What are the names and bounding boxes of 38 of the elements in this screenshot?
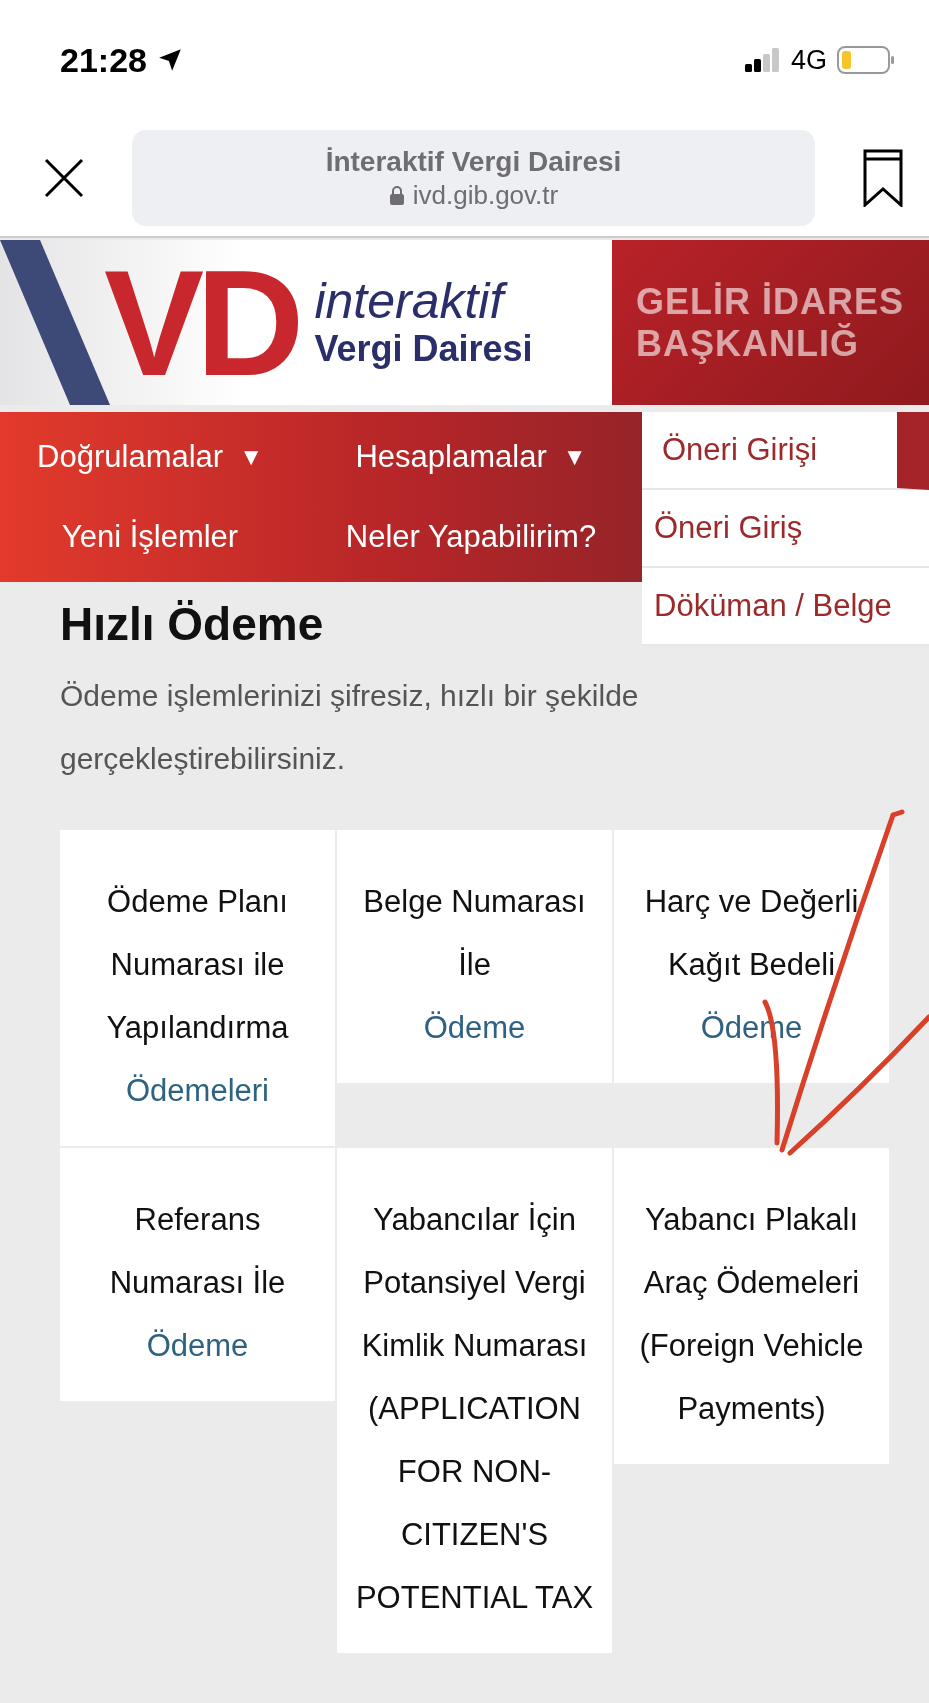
dropdown-item[interactable]: Öneri Girişi bbox=[642, 412, 929, 490]
logo-text: interaktif bbox=[314, 275, 533, 328]
card-title: Yabancı Plakalı Araç Ödemeleri (Foreign Vehicle Payments) bbox=[638, 1201, 865, 1429]
page-description: Ödeme işlemlerinizi şifresiz, hızlı bir şekilde gerçekleştirebilirsiniz. bbox=[60, 678, 640, 778]
payment-card[interactable]: Yabancılar İçin Potansiyel Vergi Kimlik Numarası (APPLICATION FOR NON-CITIZEN'S POTENTIAL TAX bbox=[337, 1148, 612, 1654]
lock-icon bbox=[388, 185, 405, 205]
card-link[interactable]: Ödemeleri bbox=[126, 1059, 269, 1123]
close-icon[interactable] bbox=[44, 158, 84, 198]
bookmark-icon[interactable] bbox=[863, 149, 903, 207]
nav-link[interactable]: Doğrulamalar ▼ bbox=[0, 417, 300, 497]
card-link[interactable]: Ödeme bbox=[423, 996, 526, 1060]
address-bar[interactable]: İnteraktif Vergi Dairesi ivd.gib.gov.tr bbox=[132, 130, 815, 226]
nav-link[interactable]: Yeni İşlemler bbox=[0, 497, 300, 577]
payment-card[interactable]: Yabancı Plakalı Araç Ödemeleri (Foreign Vehicle Payments) bbox=[614, 1148, 889, 1465]
card-title: Belge Numarası İle bbox=[362, 883, 587, 985]
banner-text: BAŞKANLIĞ bbox=[636, 322, 860, 365]
payment-card[interactable]: Referans Numarası İle Ödeme bbox=[60, 1148, 335, 1402]
signal-icon bbox=[744, 48, 781, 72]
card-title: Referans Numarası İle bbox=[108, 1201, 287, 1303]
page-heading: Hızlı Ödeme bbox=[60, 597, 324, 652]
banner-text: GELİR İDARES bbox=[636, 280, 906, 323]
network-type: 4G bbox=[790, 44, 827, 76]
logo-mark: VD bbox=[104, 247, 297, 398]
dropdown-item[interactable]: Öneri Giriş bbox=[642, 490, 929, 568]
payment-card[interactable]: Ödeme Planı Numarası ile Yapılandırma Ödemeleri bbox=[60, 830, 335, 1147]
logo-text: Vergi Dairesi bbox=[314, 327, 533, 370]
battery-icon bbox=[837, 46, 895, 74]
payment-card[interactable]: Belge Numarası İle Ödeme bbox=[337, 830, 612, 1084]
page-title: İnteraktif Vergi Dairesi bbox=[325, 145, 622, 178]
clock-time: 21:28 bbox=[60, 40, 147, 80]
card-title: Ödeme Planı Numarası ile Yapılandırma bbox=[105, 883, 290, 1048]
page-url: ivd.gib.gov.tr bbox=[412, 179, 559, 211]
nav-link[interactable]: Hesaplamalar ▼ bbox=[300, 417, 642, 497]
nav-link[interactable]: Neler Yapabilirim? bbox=[300, 497, 642, 577]
card-link[interactable]: Ödeme bbox=[146, 1314, 249, 1378]
card-title: Yabancılar İçin Potansiyel Vergi Kimlik Numarası (APPLICATION FOR NON-CITIZEN'S POTENTIAL TAX bbox=[354, 1201, 595, 1618]
card-title: Harç ve Değerli Kağıt Bedeli bbox=[643, 883, 860, 985]
dropdown-item[interactable]: Döküman / Belge bbox=[642, 568, 929, 646]
